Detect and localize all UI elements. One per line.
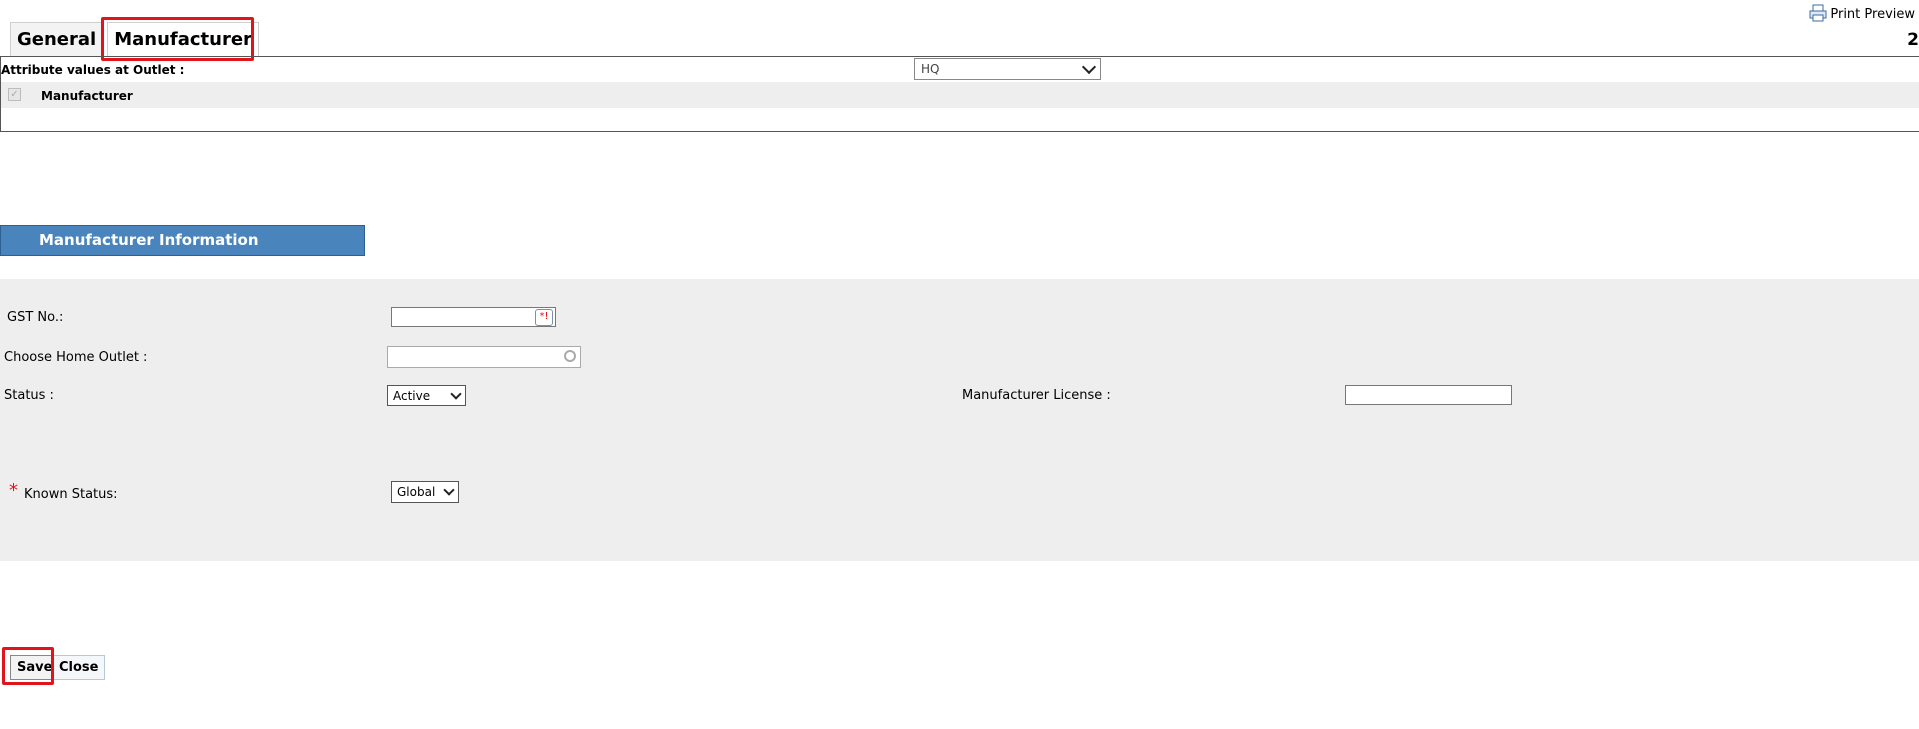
- manufacturer-license-label: Manufacturer License :: [962, 388, 1111, 403]
- tab-bar: General Manufacturer: [10, 22, 263, 57]
- required-badge-icon: *!: [535, 309, 553, 326]
- page-number: 2: [1907, 30, 1919, 50]
- status-select-value: Active: [393, 388, 431, 403]
- tab-general[interactable]: General: [10, 22, 104, 57]
- chevron-down-icon: [1081, 59, 1097, 75]
- print-preview-label: Print Preview: [1830, 7, 1915, 22]
- tab-manufacturer[interactable]: Manufacturer: [107, 22, 259, 57]
- manufacturer-license-input[interactable]: [1345, 385, 1512, 405]
- known-status-label: Known Status:: [24, 487, 118, 502]
- status-select[interactable]: Active: [387, 385, 466, 406]
- manufacturer-form-panel: [0, 279, 1919, 561]
- home-outlet-label: Choose Home Outlet :: [4, 350, 148, 365]
- known-status-select[interactable]: Global: [391, 481, 459, 503]
- status-label: Status :: [4, 388, 54, 403]
- home-outlet-input[interactable]: [387, 346, 581, 368]
- gst-input[interactable]: *!: [391, 307, 556, 327]
- gst-label: GST No.:: [7, 310, 64, 325]
- outlet-select-value: HQ: [921, 62, 940, 76]
- loading-circle-icon: [564, 350, 576, 362]
- required-asterisk: *: [9, 480, 18, 501]
- manufacturer-checkbox[interactable]: ✓: [8, 88, 21, 101]
- attribute-row-manufacturer: [1, 82, 1919, 108]
- chevron-down-icon: [450, 387, 462, 400]
- printer-icon: [1809, 4, 1827, 22]
- close-button[interactable]: Close: [52, 655, 106, 680]
- chevron-down-icon: [443, 484, 455, 496]
- attribute-values-label: Attribute values at Outlet :: [1, 63, 185, 77]
- outlet-select[interactable]: HQ: [914, 58, 1101, 80]
- known-status-select-value: Global: [397, 485, 436, 499]
- print-preview-button[interactable]: Print Preview: [1809, 4, 1915, 22]
- section-header-manufacturer-information: Manufacturer Information: [0, 225, 365, 256]
- attribute-row-label: Manufacturer: [41, 89, 133, 103]
